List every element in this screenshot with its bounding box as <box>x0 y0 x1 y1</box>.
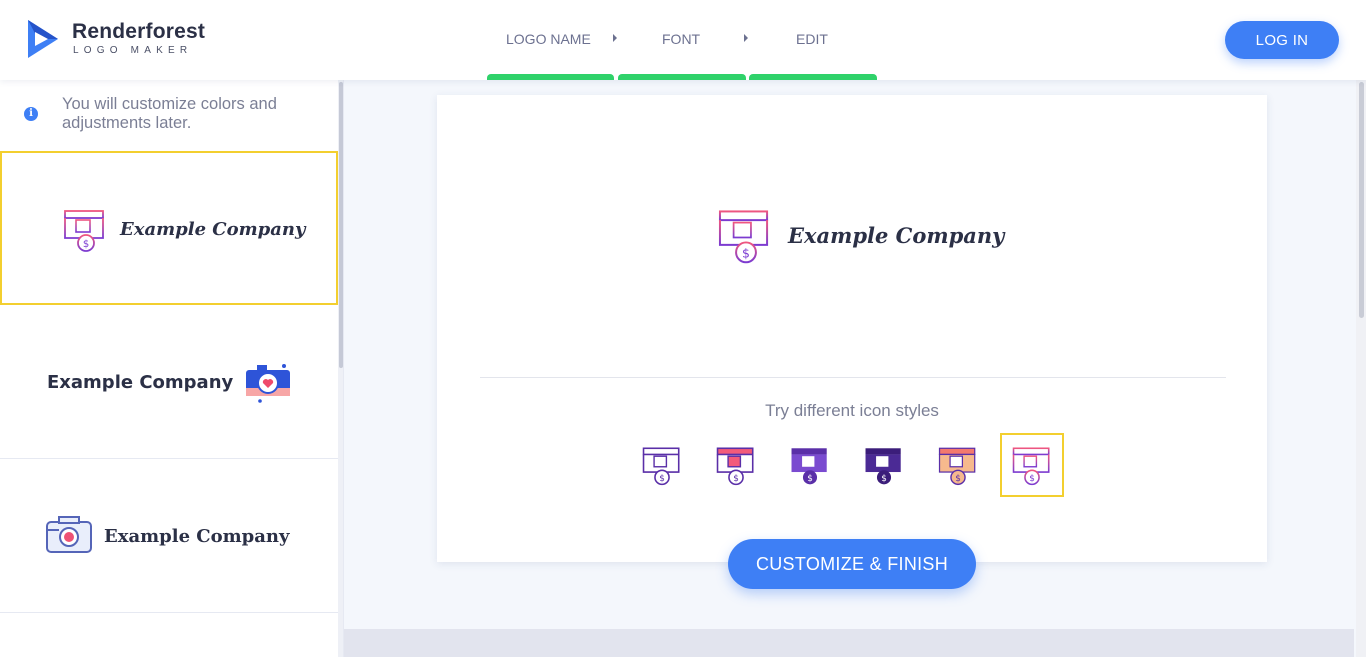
step-edit[interactable]: EDIT <box>796 31 828 47</box>
brand-logo[interactable]: Renderforest LOGO MAKER <box>26 18 205 60</box>
icon-style-option[interactable]: $ <box>630 433 694 497</box>
svg-text:$: $ <box>659 474 665 484</box>
shop-icon: $ <box>64 210 104 252</box>
step-progress-bar <box>749 74 877 80</box>
step-progress-bar <box>487 74 614 80</box>
step-font[interactable]: FONT <box>662 31 700 47</box>
svg-text:$: $ <box>881 474 887 484</box>
info-notice: i You will customize colors and adjustme… <box>0 80 338 151</box>
customize-finish-button[interactable]: CUSTOMIZE & FINISH <box>728 539 976 589</box>
wizard-steps: LOGO NAME FONT EDIT <box>487 0 877 80</box>
brand-subtitle: LOGO MAKER <box>73 45 193 56</box>
info-text: You will customize colors and adjustment… <box>62 95 277 132</box>
svg-text:$: $ <box>742 245 750 260</box>
svg-text:$: $ <box>955 474 961 484</box>
icon-style-option[interactable]: $ <box>704 433 768 497</box>
icon-style-option[interactable]: $ <box>926 433 990 497</box>
company-name: Example Company <box>120 219 306 240</box>
logo-option-card[interactable]: Example Company <box>0 459 338 613</box>
bottom-panel <box>344 629 1354 657</box>
info-icon: i <box>24 107 38 121</box>
svg-text:$: $ <box>733 474 739 484</box>
camera-icon <box>46 516 92 553</box>
shop-icon: $ <box>718 210 769 264</box>
shop-icon-red-accent: $ <box>716 447 754 486</box>
icon-style-option[interactable]: $ <box>1000 433 1064 497</box>
camera-heart-icon <box>246 364 290 403</box>
icon-styles-label: Try different icon styles <box>765 401 939 420</box>
divider <box>480 377 1226 378</box>
step-logo-name[interactable]: LOGO NAME <box>506 31 591 47</box>
step-arrow-icon <box>744 34 748 42</box>
step-progress-bar <box>618 74 746 80</box>
company-name: Example Company <box>47 372 234 393</box>
svg-text:$: $ <box>1029 474 1035 484</box>
logo-option-card[interactable]: $ Example Company <box>0 151 338 305</box>
sidebar-scrollbar-thumb[interactable] <box>339 82 343 368</box>
icon-style-option[interactable]: $ <box>778 433 842 497</box>
company-name: Example Company <box>104 526 290 547</box>
shop-icon-orange-filled: $ <box>938 447 976 486</box>
page-scrollbar-thumb[interactable] <box>1359 82 1364 318</box>
svg-text:$: $ <box>807 474 813 484</box>
shop-icon-purple-filled: $ <box>791 448 827 485</box>
top-header: Renderforest LOGO MAKER LOGO NAME FONT E… <box>0 0 1366 80</box>
shop-icon-gradient: $ <box>1012 447 1050 486</box>
logo-option-card[interactable]: Example Company <box>0 305 338 459</box>
brand-name: Renderforest <box>72 20 206 43</box>
logo-preview-card: $ Example Company Try different icon sty… <box>437 95 1267 562</box>
step-arrow-icon <box>613 34 617 42</box>
shop-icon-dark-filled: $ <box>865 448 901 485</box>
login-button[interactable]: LOG IN <box>1225 21 1339 59</box>
logo-options-sidebar: i You will customize colors and adjustme… <box>0 80 344 657</box>
shop-icon-outline: $ <box>642 447 680 486</box>
preview-company-name: Example Company <box>788 223 1005 248</box>
renderforest-play-icon <box>28 20 58 58</box>
svg-text:$: $ <box>83 239 89 250</box>
icon-style-option[interactable]: $ <box>852 433 916 497</box>
